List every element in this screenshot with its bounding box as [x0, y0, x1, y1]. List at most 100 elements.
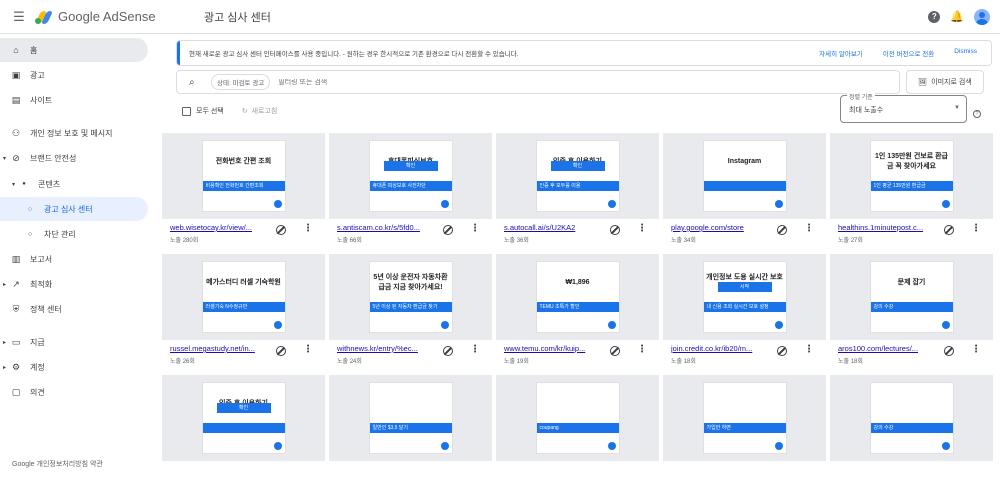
sidebar-item-ad-review-center[interactable]: ○ 광고 심사 센터 — [0, 197, 148, 221]
ad-card[interactable]: ₩1,896 TEMU 초특가 할인 www.temu.com/kr/kuip.… — [496, 254, 659, 368]
sort-label: 정렬 기준 — [847, 92, 875, 101]
sidebar-item-brand-safety[interactable]: ▾ ⊘ 브랜드 안전성 — [0, 146, 148, 170]
block-icon[interactable] — [777, 346, 787, 356]
sidebar-item-ads[interactable]: ▣ 광고 — [0, 63, 148, 87]
ad-url[interactable]: join.credit.co.kr/ib20/m... — [671, 344, 769, 353]
filter-search-bar[interactable]: ⌕ 상태: 미검토 광고 — [176, 70, 900, 94]
ad-url[interactable]: s.antiscam.co.kr/s/5fd0... — [337, 223, 435, 232]
ad-card[interactable]: 휴대폰피싱보호 확인 휴대폰 피싱보호 사전차단 s.antiscam.co.k… — [329, 133, 492, 247]
block-icon[interactable] — [610, 225, 620, 235]
sidebar-footer[interactable]: Google 개인정보처리방침 약관 — [12, 459, 103, 469]
dismiss-button[interactable]: Dismiss — [954, 48, 977, 58]
ad-url[interactable]: www.temu.com/kr/kuip... — [504, 344, 602, 353]
ad-url[interactable]: play.google.com/store — [671, 223, 769, 232]
learn-more-link[interactable]: 자세히 알아보기 — [819, 48, 863, 58]
ad-thumbnail[interactable]: ₩1,896 TEMU 초특가 할인 — [496, 254, 659, 340]
ad-thumbnail[interactable]: 강의 수강 — [830, 375, 993, 461]
ad-thumbnail[interactable]: 인증 후 이용하기 확인 인증 후 모두를 이용 — [496, 133, 659, 219]
image-search-button[interactable]: 🖼 이미지로 검색 — [906, 70, 984, 94]
ad-thumbnail[interactable]: 가입만 하면 — [663, 375, 826, 461]
sidebar-item-home[interactable]: ⌂ 홈 — [0, 38, 148, 62]
ad-impressions: 노출 27회 — [838, 238, 863, 244]
sidebar-item-blocking-controls[interactable]: ○ 차단 관리 — [0, 222, 148, 246]
ad-card[interactable]: 강의 수강 ⋮ — [830, 375, 993, 489]
search-input[interactable] — [278, 78, 579, 86]
block-icon[interactable] — [443, 225, 453, 235]
ad-card[interactable]: 문제 잡기 강의 수강 aros100.com/lectures/... 노출 … — [830, 254, 993, 368]
ad-card[interactable]: 전화번호 간편 조회 비용확인 전화번호 간편조회 web.wisetocay.… — [162, 133, 325, 247]
block-icon[interactable] — [944, 225, 954, 235]
ad-thumbnail[interactable]: 메가스터디 러셀 기숙학원 러셀기숙 N수정규반 — [162, 254, 325, 340]
ad-thumbnail[interactable]: 5년 이상 운전자 자동차환급금 지금 찾아가세요! 5년 이상 된 자동차 환… — [329, 254, 492, 340]
ad-card[interactable]: 인증 후 이용하기 확인 인증 후 모두를 이용 s.autocall.ai/s… — [496, 133, 659, 247]
menu-icon[interactable]: ☰ — [10, 9, 28, 25]
sort-help-icon[interactable]: ? — [973, 110, 981, 118]
sidebar-item-privacy[interactable]: ⚇ 개인 정보 보호 및 메시지 — [0, 121, 148, 145]
ad-thumbnail[interactable]: 인증 후 이용하기 확인 — [162, 375, 325, 461]
ad-thumbnail[interactable]: 일반인 $3.5 달기 — [329, 375, 492, 461]
ad-thumbnail[interactable]: 개인정보 도용 실시간 보호하기 시작 내 신용 조회 실시간 보호 설정 — [663, 254, 826, 340]
ad-card[interactable]: 일반인 $3.5 달기 ⋮ — [329, 375, 492, 489]
ad-card[interactable]: 1인 135만원 건보료 환급금 꼭 찾아가세요 1인 평균 135만원 환급금… — [830, 133, 993, 247]
block-icon[interactable] — [443, 346, 453, 356]
ad-arrow-icon — [941, 200, 950, 208]
ad-thumbnail[interactable]: 1인 135만원 건보료 환급금 꼭 찾아가세요 1인 평균 135만원 환급금 — [830, 133, 993, 219]
ad-thumbnail[interactable]: coupang — [496, 375, 659, 461]
block-icon[interactable] — [276, 225, 286, 235]
sort-select[interactable]: 정렬 기준 최대 노출수 ▼ — [840, 92, 967, 123]
block-icon[interactable] — [276, 346, 286, 356]
help-icon[interactable]: ? — [928, 10, 941, 23]
ad-card[interactable]: coupang ⋮ — [496, 375, 659, 489]
ad-subline: TEMU 초특가 할인 — [536, 302, 619, 312]
block-icon[interactable] — [944, 346, 954, 356]
sites-icon: ▤ — [11, 94, 21, 105]
page-title: 광고 심사 센터 — [204, 11, 271, 24]
refresh-button[interactable]: ↻ 새로고침 — [242, 106, 278, 116]
select-all-checkbox[interactable] — [182, 106, 191, 116]
sidebar-item-policy-center[interactable]: ⛨ 정책 센터 — [0, 297, 148, 321]
sidebar-item-optimization[interactable]: ▸ ↗ 최적화 — [0, 272, 148, 296]
sidebar-item-payments[interactable]: ▸ ▭ 지급 — [0, 330, 148, 354]
sidebar-item-feedback[interactable]: ▢ 의견 — [0, 380, 148, 404]
ad-cta: 확인 — [216, 403, 271, 413]
sidebar-item-account[interactable]: ▸ ⚙ 계정 — [0, 355, 148, 379]
more-vert-icon[interactable]: ⋮ — [804, 344, 814, 356]
ad-url[interactable]: s.autocall.ai/s/U2KA2 — [504, 223, 602, 232]
notifications-icon[interactable]: 🔔 — [950, 10, 964, 23]
ad-creative: coupang — [535, 382, 620, 454]
more-vert-icon[interactable]: ⋮ — [470, 223, 480, 235]
more-vert-icon[interactable]: ⋮ — [971, 223, 981, 235]
sidebar-item-reports[interactable]: ▥ 보고서 — [0, 247, 148, 271]
more-vert-icon[interactable]: ⋮ — [303, 344, 313, 356]
more-vert-icon[interactable]: ⋮ — [804, 223, 814, 235]
switch-back-link[interactable]: 이전 버전으로 전환 — [883, 48, 934, 58]
ad-url[interactable]: web.wisetocay.kr/view/... — [170, 223, 268, 232]
more-vert-icon[interactable]: ⋮ — [470, 344, 480, 356]
ad-url[interactable]: withnews.kr/entry/%ec... — [337, 344, 435, 353]
block-icon[interactable] — [777, 225, 787, 235]
ad-card[interactable]: Instagram play.google.com/store 노출 34회 ⋮ — [663, 133, 826, 247]
ad-thumbnail[interactable]: 전화번호 간편 조회 비용확인 전화번호 간편조회 — [162, 133, 325, 219]
ad-impressions: 노출 26회 — [170, 359, 195, 365]
ad-card[interactable]: 5년 이상 운전자 자동차환급금 지금 찾아가세요! 5년 이상 된 자동차 환… — [329, 254, 492, 368]
more-vert-icon[interactable]: ⋮ — [637, 344, 647, 356]
more-vert-icon[interactable]: ⋮ — [303, 223, 313, 235]
block-icon[interactable] — [610, 346, 620, 356]
ad-url[interactable]: healthins.1minutepost.c... — [838, 223, 936, 232]
avatar[interactable] — [974, 8, 990, 25]
adsense-logo[interactable]: Google AdSense — [34, 9, 178, 24]
more-vert-icon[interactable]: ⋮ — [637, 223, 647, 235]
ad-card[interactable]: 인증 후 이용하기 확인 ⋮ — [162, 375, 325, 489]
ad-url[interactable]: russel.megastudy.net/in... — [170, 344, 268, 353]
ad-thumbnail[interactable]: 문제 잡기 강의 수강 — [830, 254, 993, 340]
ad-card[interactable]: 가입만 하면 ⋮ — [663, 375, 826, 489]
ad-card[interactable]: 개인정보 도용 실시간 보호하기 시작 내 신용 조회 실시간 보호 설정 jo… — [663, 254, 826, 368]
ad-url[interactable]: aros100.com/lectures/... — [838, 344, 936, 353]
status-filter-chip[interactable]: 상태: 미검토 광고 — [211, 74, 271, 90]
more-vert-icon[interactable]: ⋮ — [971, 344, 981, 356]
ad-card[interactable]: 메가스터디 러셀 기숙학원 러셀기숙 N수정규반 russel.megastud… — [162, 254, 325, 368]
ad-thumbnail[interactable]: Instagram — [663, 133, 826, 219]
sidebar-item-content[interactable]: ▾ ● 콘텐츠 — [0, 172, 148, 196]
ad-thumbnail[interactable]: 휴대폰피싱보호 확인 휴대폰 피싱보호 사전차단 — [329, 133, 492, 219]
sidebar-item-sites[interactable]: ▤ 사이트 — [0, 88, 148, 112]
